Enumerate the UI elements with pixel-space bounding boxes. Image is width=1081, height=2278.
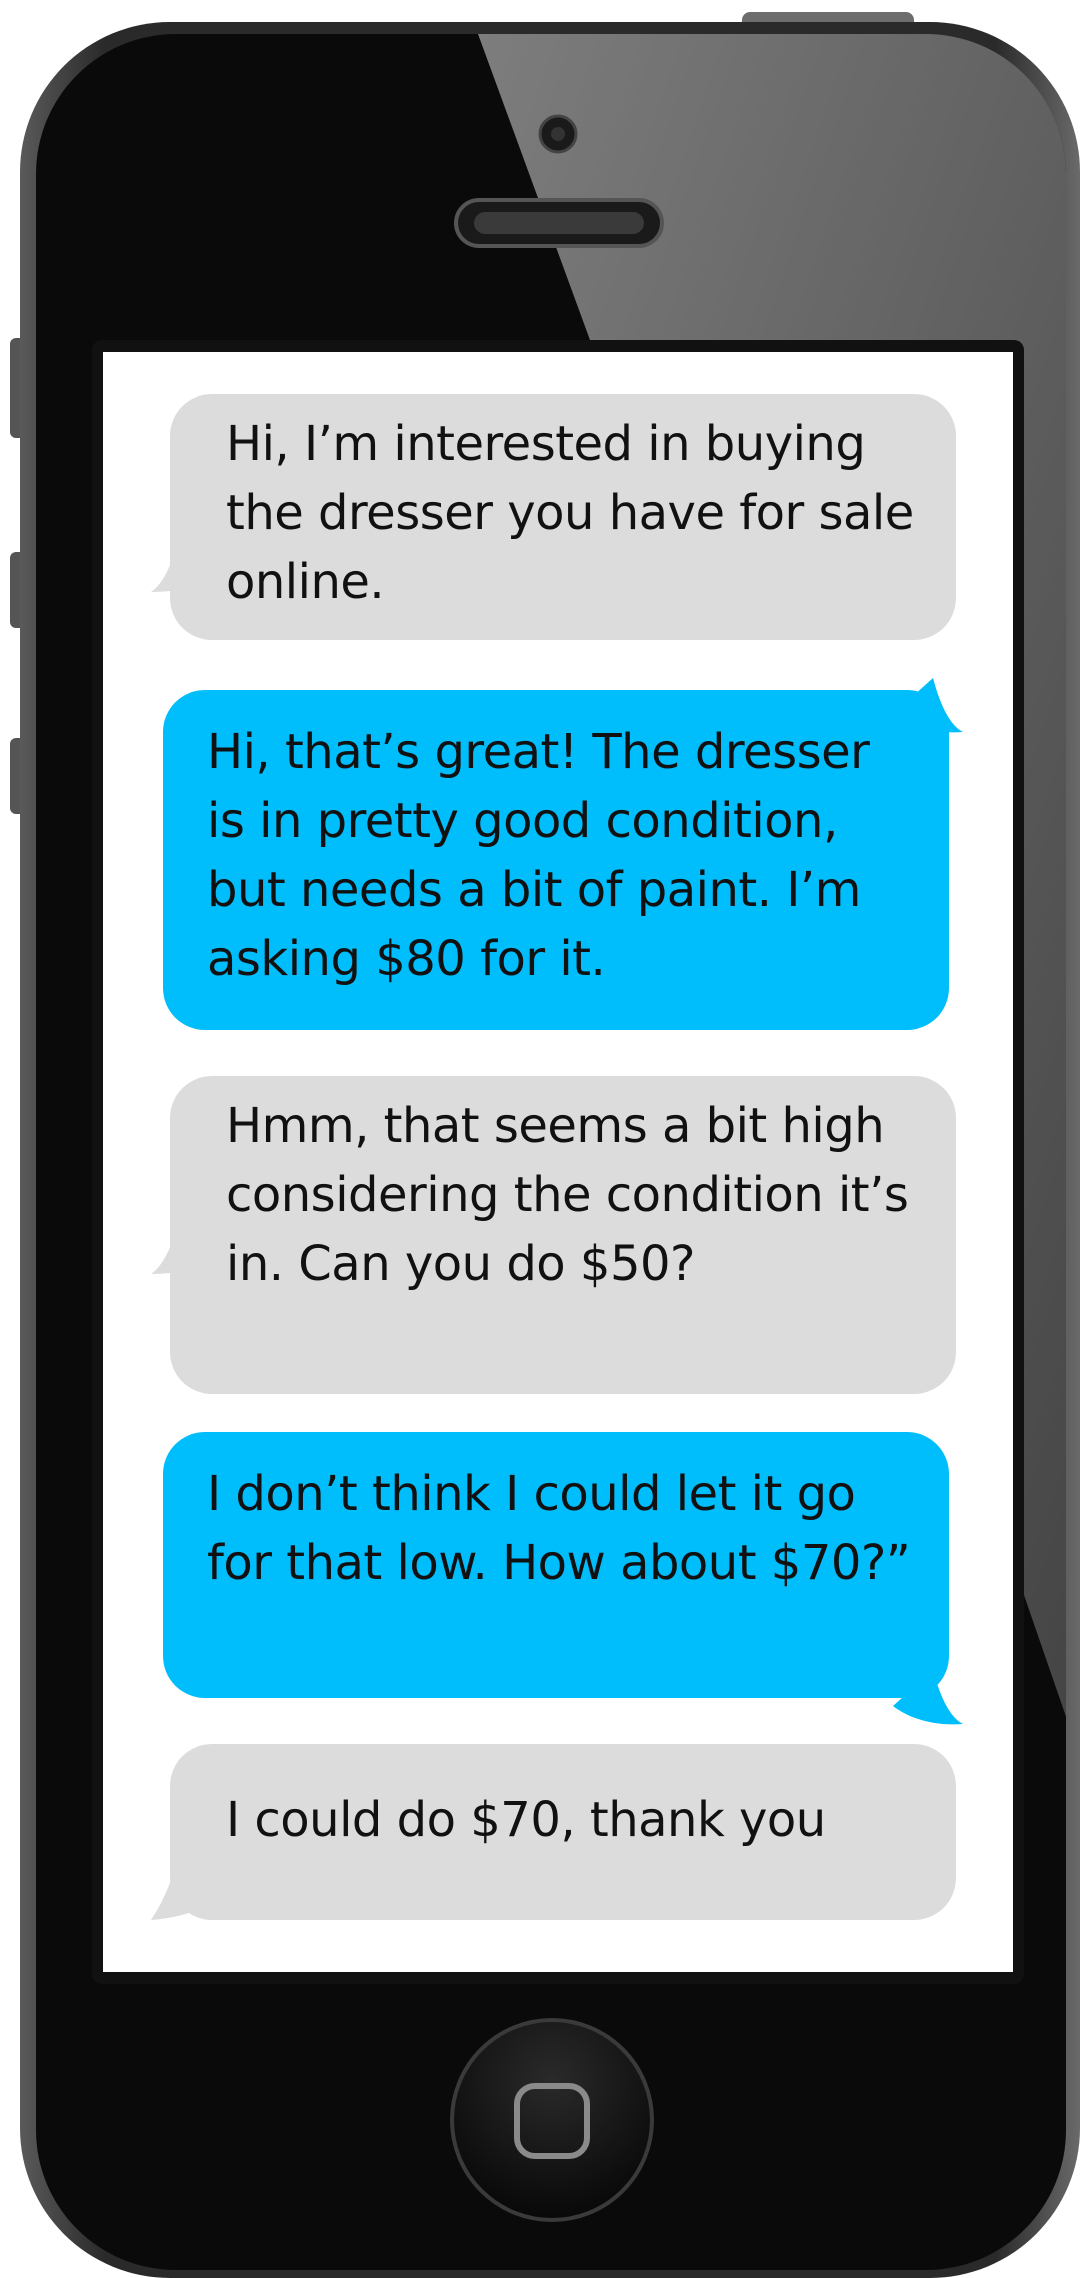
message-text: I don’t think I could let it go for that… <box>207 1466 911 1591</box>
message-bubble-received[interactable]: Hi, I’m interested in buying the dresser… <box>170 394 956 640</box>
message-text: Hi, I’m interested in buying the dresser… <box>226 416 914 610</box>
phone-mockup: Hi, I’m interested in buying the dresser… <box>0 0 1081 2278</box>
message-bubble-sent[interactable]: I don’t think I could let it go for that… <box>163 1432 949 1698</box>
home-button <box>450 2018 654 2222</box>
message-text: Hi, that’s great! The dresser is in pret… <box>207 724 870 987</box>
message-text: I could do $70, thank you <box>226 1792 826 1848</box>
chat-screen: Hi, I’m interested in buying the dresser… <box>103 352 1013 1972</box>
message-bubble-received[interactable]: Hmm, that seems a bit high considering t… <box>170 1076 956 1394</box>
message-bubble-received[interactable]: I could do $70, thank you <box>170 1744 956 1920</box>
message-bubble-sent[interactable]: Hi, that’s great! The dresser is in pret… <box>163 690 949 1030</box>
message-text: Hmm, that seems a bit high considering t… <box>226 1098 909 1292</box>
